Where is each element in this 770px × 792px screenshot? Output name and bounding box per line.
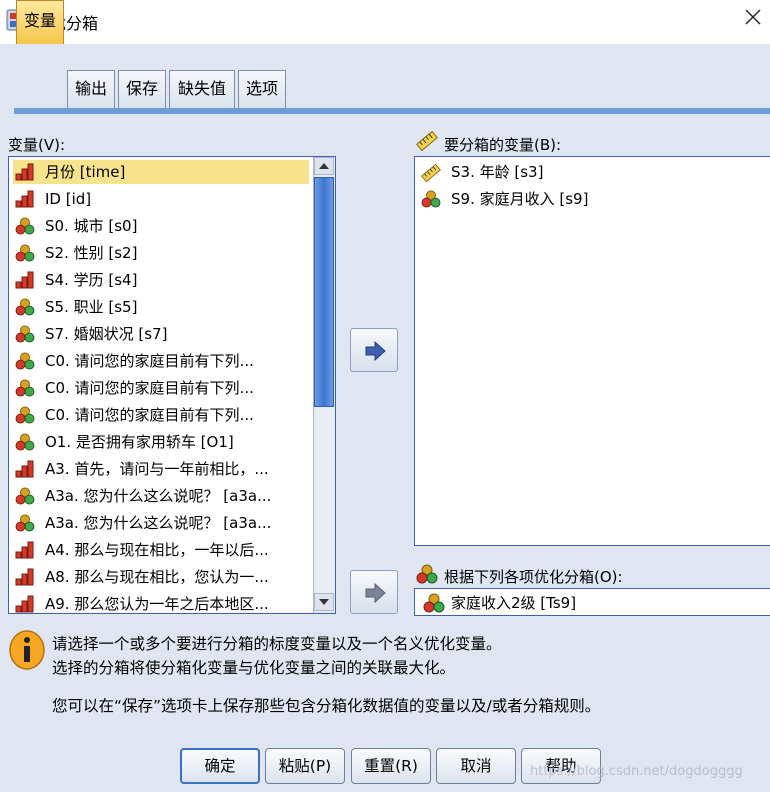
list-item-label: C0. 请问您的家庭目前有下列...	[45, 406, 254, 424]
variables-scrollbar[interactable]	[313, 157, 335, 613]
list-item[interactable]: A3. 首先，请问与一年前相比，...	[13, 457, 309, 481]
nominal-balls-icon	[15, 379, 35, 397]
tab-strip	[14, 108, 770, 114]
list-item-label: A3. 首先，请问与一年前相比，...	[45, 460, 269, 478]
list-item[interactable]: A3a. 您为什么这么说呢？ [a3a...	[13, 511, 309, 535]
cancel-button[interactable]: 取消	[436, 748, 516, 784]
ordinal-bar-icon	[15, 568, 35, 586]
ordinal-bar-icon	[15, 460, 35, 478]
nominal-balls-icon	[15, 244, 35, 262]
list-item[interactable]: A3a. 您为什么这么说呢？ [a3a...	[13, 484, 309, 508]
arrow-right-icon	[365, 582, 386, 604]
paste-button[interactable]: 粘贴(P)	[265, 748, 345, 784]
title-bar: 最优分箱	[0, 0, 770, 44]
nominal-balls-icon	[416, 564, 438, 584]
variables-list[interactable]: 月份 [time] ID [id] S0. 城市 [s0] S2. 性别 [s2] S4…	[8, 156, 336, 614]
list-item-label: A3a. 您为什么这么说呢？ [a3a...	[45, 514, 272, 532]
tab-label: 选项	[245, 79, 278, 98]
list-item-label: S5. 职业 [s5]	[45, 298, 138, 316]
scroll-up-icon	[319, 163, 329, 169]
tab-output[interactable]: 输出	[67, 70, 115, 108]
list-item-label: S4. 学历 [s4]	[45, 271, 138, 289]
scale-ruler-icon	[416, 130, 438, 152]
ordinal-bar-icon	[15, 541, 35, 559]
list-item-label: A4. 那么与现在相比，一年以后...	[45, 541, 269, 559]
tab-missing[interactable]: 缺失值	[169, 70, 235, 108]
list-item[interactable]: S7. 婚姻状况 [s7]	[13, 322, 309, 346]
list-item-label: 月份 [time]	[45, 163, 126, 181]
bin-vars-list[interactable]: S3. 年龄 [s3] S9. 家庭月收入 [s9]	[414, 156, 770, 546]
list-item[interactable]: S5. 职业 [s5]	[13, 295, 309, 319]
tab-variables[interactable]: 变量	[16, 0, 64, 44]
reset-button[interactable]: 重置(R)	[351, 748, 431, 784]
ordinal-bar-icon	[15, 595, 35, 613]
list-item[interactable]: S2. 性别 [s2]	[13, 241, 309, 265]
list-item[interactable]: C0. 请问您的家庭目前有下列...	[13, 403, 309, 427]
move-to-optimize-button[interactable]	[350, 570, 398, 614]
info-line-1: 请选择一个或多个要进行分箱的标度变量以及一个名义优化变量。	[52, 635, 502, 653]
info-line-2: 选择的分箱将使分箱化变量与优化变量之间的关联最大化。	[52, 659, 456, 677]
list-item[interactable]: S0. 城市 [s0]	[13, 214, 309, 238]
list-item-label: C0. 请问您的家庭目前有下列...	[45, 352, 254, 370]
list-item[interactable]: S3. 年龄 [s3]	[419, 160, 759, 184]
arrow-right-icon	[365, 340, 386, 362]
list-item[interactable]: S4. 学历 [s4]	[13, 268, 309, 292]
info-icon	[9, 630, 45, 670]
nominal-balls-icon	[15, 352, 35, 370]
nominal-balls-icon	[15, 325, 35, 343]
list-item-label: S3. 年龄 [s3]	[451, 163, 544, 181]
optimize-field[interactable]: 家庭收入2级 [Ts9]	[414, 588, 770, 616]
nominal-balls-icon	[15, 217, 35, 235]
ok-button[interactable]: 确定	[180, 748, 260, 784]
list-item[interactable]: A4. 那么与现在相比，一年以后...	[13, 538, 309, 562]
list-item[interactable]: O1. 是否拥有家用轿车 [O1]	[13, 430, 309, 454]
optimize-value: 家庭收入2级 [Ts9]	[451, 594, 577, 612]
list-item-label: S7. 婚姻状况 [s7]	[45, 325, 168, 343]
bin-vars-label: 要分箱的变量(B):	[444, 136, 562, 154]
scroll-thumb[interactable]	[314, 177, 334, 407]
scale-ruler-icon	[421, 163, 441, 183]
ordinal-bar-icon	[15, 190, 35, 208]
scroll-down-icon	[319, 599, 329, 605]
watermark: https://blog.csdn.net/dogdogggg	[530, 764, 743, 779]
nominal-balls-icon	[15, 406, 35, 424]
list-item-label: O1. 是否拥有家用轿车 [O1]	[45, 433, 234, 451]
nominal-balls-icon	[15, 433, 35, 451]
list-item-label: A3a. 您为什么这么说呢？ [a3a...	[45, 487, 272, 505]
nominal-balls-icon	[423, 593, 445, 613]
list-item-label: A8. 那么与现在相比，您认为一...	[45, 568, 269, 586]
tab-label: 缺失值	[177, 79, 226, 98]
optimize-label: 根据下列各项优化分箱(O):	[444, 568, 623, 586]
list-item-label: S2. 性别 [s2]	[45, 244, 138, 262]
list-item[interactable]: C0. 请问您的家庭目前有下列...	[13, 349, 309, 373]
list-item[interactable]: ID [id]	[13, 187, 309, 211]
list-item[interactable]: S9. 家庭月收入 [s9]	[419, 187, 759, 211]
list-item-label: ID [id]	[45, 190, 92, 208]
tab-save[interactable]: 保存	[118, 70, 166, 108]
list-item-label: S9. 家庭月收入 [s9]	[451, 190, 589, 208]
tab-label: 保存	[125, 79, 158, 98]
list-item-label: C0. 请问您的家庭目前有下列...	[45, 379, 254, 397]
ordinal-bar-icon	[15, 163, 35, 181]
list-item[interactable]: C0. 请问您的家庭目前有下列...	[13, 376, 309, 400]
tab-label: 输出	[74, 79, 107, 98]
nominal-balls-icon	[15, 487, 35, 505]
nominal-balls-icon	[15, 514, 35, 532]
tab-label: 变量	[23, 11, 56, 30]
ordinal-bar-icon	[15, 271, 35, 289]
close-icon[interactable]	[742, 6, 764, 28]
info-line-3: 您可以在“保存”选项卡上保存那些包含分箱化数据值的变量以及/或者分箱规则。	[52, 697, 601, 715]
list-item[interactable]: A9. 那么您认为一年之后本地区...	[13, 592, 309, 613]
list-item-label: A9. 那么您认为一年之后本地区...	[45, 595, 269, 613]
list-item[interactable]: A8. 那么与现在相比，您认为一...	[13, 565, 309, 589]
list-item-label: S0. 城市 [s0]	[45, 217, 138, 235]
nominal-balls-icon	[15, 298, 35, 316]
nominal-balls-icon	[421, 190, 441, 208]
scroll-down-button[interactable]	[314, 593, 334, 611]
move-to-bin-button[interactable]	[350, 328, 398, 372]
tab-options[interactable]: 选项	[238, 70, 286, 108]
scroll-up-button[interactable]	[314, 157, 334, 175]
variables-label: 变量(V):	[8, 136, 66, 154]
list-item[interactable]: 月份 [time]	[13, 160, 309, 184]
